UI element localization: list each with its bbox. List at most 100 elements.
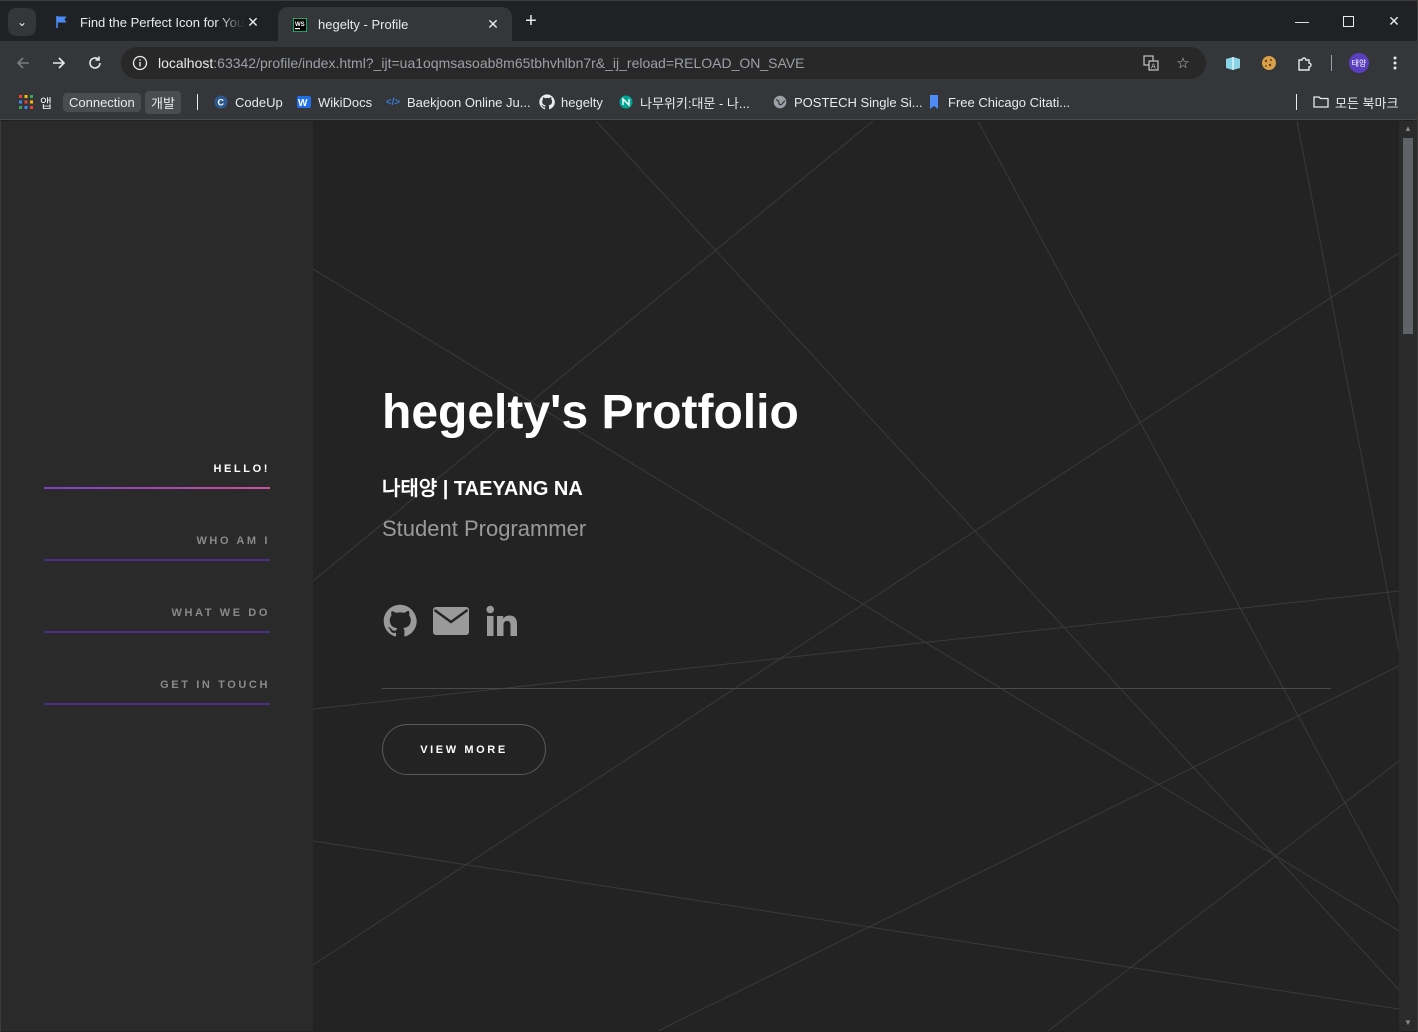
reload-icon (89, 56, 101, 69)
envelope-icon (433, 607, 469, 635)
toolbar-separator (1331, 55, 1332, 71)
tab-strip: ⌄ Find the Perfect Icon for Your Project… (0, 0, 1418, 42)
svg-text:A: A (1151, 63, 1156, 71)
svg-text:WS: WS (295, 22, 305, 28)
sidebar-item-who-am-i[interactable]: WHO AM I (44, 535, 270, 561)
wikidocs-icon: W (296, 94, 312, 110)
sidebar-item-hello[interactable]: HELLO! (44, 463, 270, 489)
bookmark-label: Baekjoon Online Ju... (407, 94, 531, 110)
bookmark-namuwiki[interactable]: 나무위키:대문 - 나... (618, 91, 750, 113)
bookmark-label: WikiDocs (318, 94, 373, 110)
item-underline (44, 703, 270, 705)
forward-button[interactable] (47, 51, 71, 75)
page-viewport: HELLO! WHO AM I WHAT WE DO GET IN TOUCH (1, 121, 1399, 1031)
bookmark-folder-dev[interactable]: 개발 (145, 90, 181, 114)
url-path: :63342/profile/index.html?_ijt=ua1oqmsas… (213, 55, 805, 71)
all-bookmarks-button[interactable]: 모든 북마크 (1313, 91, 1398, 113)
item-underline (44, 559, 270, 561)
bookmark-separator (197, 94, 198, 110)
active-underline (44, 487, 270, 489)
apps-grid-icon (18, 94, 34, 110)
sidebar-item-get-in-touch[interactable]: GET IN TOUCH (44, 679, 270, 705)
bookmark-icon (926, 94, 942, 110)
address-bar[interactable]: localhost:63342/profile/index.html?_ijt=… (121, 47, 1206, 79)
hero-section: hegelty's Protfolio 나태양 | TAEYANG NA Stu… (313, 121, 1399, 1031)
back-button[interactable] (11, 51, 35, 75)
page-title: hegelty's Protfolio (382, 386, 799, 439)
bookmarks-bar: 앱 Connection 개발 C CodeUp W WikiDocs </> … (0, 85, 1418, 120)
arrow-right-icon (53, 57, 66, 69)
bookmark-label: 앱 (40, 95, 52, 111)
background-lines (313, 121, 1399, 1031)
namuwiki-icon (618, 94, 634, 110)
author-role: Student Programmer (382, 516, 587, 541)
bookmark-separator (1296, 94, 1297, 110)
webstorm-icon: WS (292, 17, 308, 33)
item-underline (44, 631, 270, 633)
bookmark-label: 나무위키:대문 - 나... (640, 95, 750, 111)
profile-avatar[interactable]: 태양 (1349, 53, 1369, 73)
sidebar-item-what-we-do[interactable]: WHAT WE DO (44, 607, 270, 633)
chevron-down-icon: ⌄ (16, 15, 28, 29)
new-tab-button[interactable]: + (520, 10, 542, 32)
scroll-down-icon[interactable]: ▼ (1403, 1018, 1413, 1028)
bookmark-postech[interactable]: POSTECH Single Si... (772, 91, 923, 113)
tab-title: Find the Perfect Icon for Your Project (80, 14, 244, 30)
extension-icon[interactable] (1223, 53, 1243, 73)
bookmark-hegelty[interactable]: hegelty (539, 91, 603, 113)
tab-inactive[interactable]: Find the Perfect Icon for Your Project ✕ (40, 7, 272, 37)
svg-text:C: C (218, 98, 225, 108)
scroll-up-icon[interactable]: ▲ (1403, 124, 1413, 134)
tab-active[interactable]: WS hegelty - Profile ✕ (278, 7, 512, 42)
bookmark-baekjoon[interactable]: </> Baekjoon Online Ju... (385, 91, 531, 113)
hero-divider (382, 688, 1331, 689)
star-icon[interactable]: ☆ (1173, 53, 1193, 73)
bookmark-label: CodeUp (235, 94, 283, 110)
bookmark-chicago[interactable]: Free Chicago Citati... (926, 91, 1070, 113)
close-icon[interactable]: ✕ (484, 16, 502, 34)
scroll-thumb[interactable] (1403, 138, 1413, 334)
close-window-icon[interactable]: ✕ (1380, 9, 1408, 33)
bookmark-label: Connection (63, 92, 141, 112)
cookie-icon[interactable] (1259, 53, 1279, 73)
bookmark-label: 모든 북마크 (1335, 95, 1399, 111)
bookmark-label: POSTECH Single Si... (794, 94, 923, 110)
sidebar-item-label: HELLO! (213, 463, 270, 475)
sidebar-item-label: GET IN TOUCH (160, 679, 270, 691)
translate-icon[interactable]: A (1141, 53, 1161, 73)
reload-button[interactable] (83, 51, 107, 75)
sidebar-item-label: WHO AM I (196, 535, 270, 547)
sidebar-nav: HELLO! WHO AM I WHAT WE DO GET IN TOUCH (1, 121, 313, 1031)
globe-icon (772, 94, 788, 110)
bookmark-codeup[interactable]: C CodeUp (213, 91, 283, 113)
linkedin-icon (486, 605, 517, 636)
kebab-menu-icon[interactable] (1385, 53, 1405, 73)
author-name: 나태양 | TAEYANG NA (382, 478, 583, 500)
folder-icon (1313, 94, 1329, 110)
site-info-icon[interactable] (130, 53, 150, 73)
github-icon (383, 604, 417, 637)
tab-search-button[interactable]: ⌄ (8, 8, 36, 36)
linkedin-link[interactable] (484, 603, 520, 639)
flag-icon (54, 14, 70, 30)
maximize-icon[interactable] (1334, 9, 1362, 33)
email-link[interactable] (433, 603, 469, 639)
svg-text:W: W (298, 98, 308, 109)
bookmark-apps[interactable]: 앱 (18, 91, 52, 113)
bookmark-wikidocs[interactable]: W WikiDocs (296, 91, 372, 113)
minimize-icon[interactable]: — (1288, 9, 1316, 33)
view-more-button[interactable]: VIEW MORE (382, 724, 546, 775)
browser-toolbar: localhost:63342/profile/index.html?_ijt=… (0, 41, 1418, 85)
github-icon (539, 94, 555, 110)
close-icon[interactable]: ✕ (244, 13, 262, 31)
puzzle-icon[interactable] (1295, 53, 1315, 73)
bookmark-folder-connection[interactable]: Connection (63, 91, 141, 113)
code-brackets-icon: </> (385, 96, 401, 108)
url-text: localhost:63342/profile/index.html?_ijt=… (158, 55, 804, 71)
sidebar-item-label: WHAT WE DO (171, 607, 270, 619)
arrow-left-icon (16, 57, 29, 69)
page-scrollbar[interactable]: ▲ ▼ (1399, 121, 1417, 1031)
tab-title: hegelty - Profile (318, 17, 409, 32)
github-link[interactable] (382, 603, 418, 639)
bookmark-label: Free Chicago Citati... (948, 94, 1071, 110)
